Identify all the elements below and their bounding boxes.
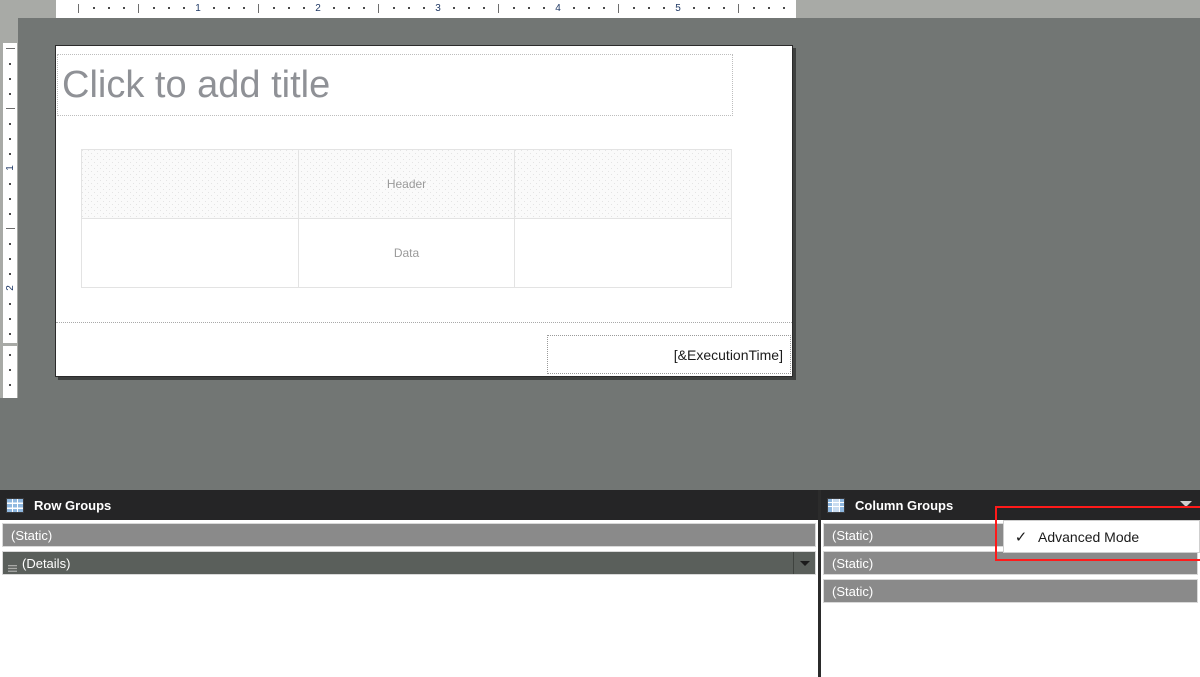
- ruler-number-v: 2: [5, 285, 16, 291]
- column-group-label: (Static): [832, 527, 874, 543]
- row-group-row[interactable]: (Details): [2, 551, 816, 575]
- column-grid-icon: [827, 497, 845, 513]
- menu-item-advanced-mode[interactable]: Advanced Mode: [1038, 529, 1139, 545]
- column-groups-panel: Column Groups (Static) (Static) (Static): [821, 490, 1200, 677]
- column-group-row[interactable]: (Static): [823, 579, 1198, 603]
- body-footer-separator: [56, 322, 792, 323]
- drag-handle-icon[interactable]: [8, 560, 17, 572]
- vertical-ruler[interactable]: 12: [0, 18, 18, 398]
- ruler-number-h: 4: [555, 3, 561, 14]
- report-title-textbox[interactable]: Click to add title: [57, 54, 733, 116]
- ruler-corner: [0, 0, 56, 18]
- matrix-data-cell-1[interactable]: [81, 218, 299, 288]
- ruler-number-v: 1: [5, 165, 16, 171]
- column-group-label: (Static): [832, 583, 874, 599]
- report-title-placeholder: Click to add title: [62, 63, 331, 106]
- matrix-data-cell-2[interactable]: Data: [297, 218, 516, 288]
- report-designer-window: 12345 12 Click to add title Header Data …: [0, 0, 1200, 677]
- groups-pane: Row Groups (Static) (Details) Column Gro…: [0, 490, 1200, 677]
- row-groups-list[interactable]: (Static) (Details): [0, 520, 818, 677]
- report-page[interactable]: Click to add title Header Data [&Executi…: [55, 45, 793, 377]
- ruler-number-h: 2: [315, 3, 321, 14]
- table-grid-icon: [6, 497, 24, 513]
- column-groups-header: Column Groups: [821, 490, 1200, 520]
- row-group-row[interactable]: (Static): [2, 523, 816, 547]
- ruler-number-h: 3: [435, 3, 441, 14]
- column-group-row[interactable]: (Static): [823, 551, 1198, 575]
- row-groups-panel: Row Groups (Static) (Details): [0, 490, 818, 677]
- matrix-header-cell-2[interactable]: Header: [297, 149, 516, 219]
- column-group-label: (Static): [832, 555, 874, 571]
- check-icon: ✓: [1014, 528, 1028, 546]
- row-group-label: (Static): [11, 527, 53, 543]
- chevron-down-icon[interactable]: [1180, 501, 1192, 507]
- design-surface[interactable]: Click to add title Header Data [&Executi…: [18, 18, 1200, 490]
- advanced-mode-menu[interactable]: ✓ Advanced Mode: [1003, 520, 1200, 553]
- row-groups-header: Row Groups: [0, 490, 818, 520]
- matrix-data-row[interactable]: Data: [81, 218, 732, 288]
- caret-down-icon: [799, 560, 810, 566]
- row-group-label: (Details): [22, 555, 71, 571]
- matrix-header-row[interactable]: Header: [81, 149, 732, 219]
- row-groups-title: Row Groups: [34, 497, 112, 513]
- ruler-number-h: 1: [195, 3, 201, 14]
- row-group-dropdown-button[interactable]: [793, 552, 815, 574]
- matrix-header-cell-3[interactable]: [514, 149, 732, 219]
- execution-time-expression: [&ExecutionTime]: [673, 346, 783, 363]
- column-groups-title: Column Groups: [855, 497, 954, 513]
- page-footer-textbox[interactable]: [&ExecutionTime]: [547, 335, 791, 374]
- horizontal-ruler[interactable]: 1 2 3 4 5: [56, 0, 1200, 18]
- matrix-data-cell-3[interactable]: [514, 218, 732, 288]
- ruler-number-h: 5: [675, 3, 681, 14]
- matrix-header-cell-1[interactable]: [81, 149, 299, 219]
- tablix-matrix[interactable]: Header Data: [81, 149, 732, 288]
